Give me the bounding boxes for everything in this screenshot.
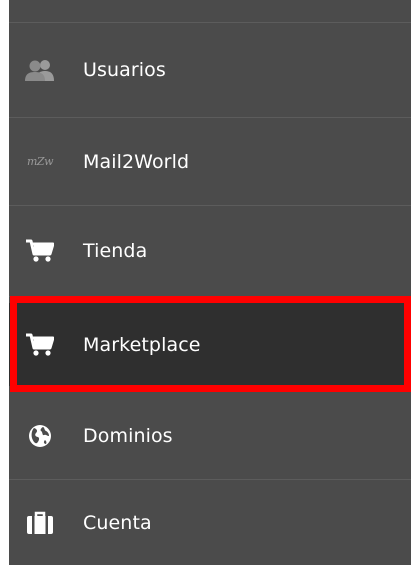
sidebar-item-label: Mail2World: [83, 150, 190, 173]
sidebar-nav: Usuarios mZw Mail2World Tienda Marketpla…: [9, 0, 411, 565]
sidebar-item-label: Cuenta: [83, 511, 152, 534]
cart-icon: [25, 332, 55, 358]
sidebar-item-label: Tienda: [83, 240, 148, 262]
globe-icon: [25, 423, 55, 449]
mail2world-logo-icon: mZw: [25, 149, 55, 175]
mail2world-logo-text: mZw: [27, 155, 54, 168]
sidebar-item-label: Usuarios: [83, 59, 166, 81]
sidebar-item-tienda[interactable]: Tienda: [9, 206, 411, 297]
cart-icon: [25, 238, 55, 264]
sidebar-item-label: Marketplace: [83, 333, 201, 356]
users-icon: [25, 57, 55, 83]
sidebar-item-dominios[interactable]: Dominios: [9, 392, 411, 480]
sidebar-item-usuarios[interactable]: Usuarios: [9, 23, 411, 118]
briefcase-icon: [25, 510, 55, 536]
sidebar-item-cuenta[interactable]: Cuenta: [9, 480, 411, 565]
sidebar-top-strip: [9, 0, 411, 23]
sidebar-item-label: Dominios: [83, 424, 173, 447]
sidebar-item-marketplace[interactable]: Marketplace: [9, 303, 411, 386]
sidebar-item-mail2world[interactable]: mZw Mail2World: [9, 118, 411, 206]
